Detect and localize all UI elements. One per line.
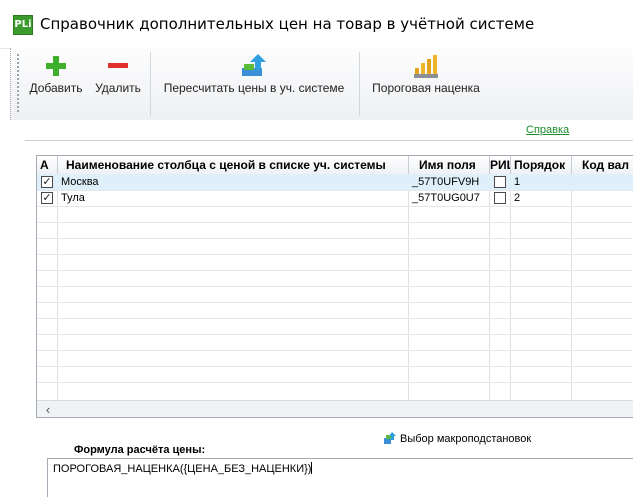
grid-row-line xyxy=(37,238,633,239)
active-checkbox[interactable]: ✓ xyxy=(41,192,53,204)
prices-grid[interactable]: А Наименование столбца с ценой в списке … xyxy=(36,155,633,418)
title-bar: PLi Справочник дополнительных цен на тов… xyxy=(0,0,633,49)
panel-divider xyxy=(25,140,633,141)
window-title: Справочник дополнительных цен на товар в… xyxy=(40,15,535,33)
toolbar: Добавить Удалить Пересчитать цены в уч. … xyxy=(10,48,633,120)
grid-row-line xyxy=(37,286,633,287)
column-header-field[interactable]: Имя поля xyxy=(409,156,490,174)
add-button-label: Добавить xyxy=(29,81,83,95)
row-field[interactable]: _57T0UG0U7 xyxy=(409,190,489,206)
add-button[interactable]: Добавить xyxy=(25,48,87,120)
recalc-arrows-icon xyxy=(242,54,266,76)
formula-text[interactable]: ПОРОГОВАЯ_НАЦЕНКА({ЦЕНА_БЕЗ_НАЦЕНКИ}) xyxy=(53,462,313,475)
row-name[interactable]: Москва xyxy=(58,174,408,190)
grid-row-line xyxy=(37,382,633,383)
row-currency[interactable] xyxy=(572,190,633,206)
column-header-order[interactable]: Порядок xyxy=(511,156,572,174)
grid-row-line xyxy=(37,318,633,319)
delete-button[interactable]: Удалить xyxy=(91,48,145,120)
grid-row-line xyxy=(37,302,633,303)
toolbar-grip[interactable] xyxy=(17,54,21,112)
column-header-ric[interactable]: РИЦ xyxy=(490,156,511,174)
grid-row-line xyxy=(37,206,633,207)
row-currency[interactable] xyxy=(572,174,633,190)
markup-chart-icon xyxy=(414,55,438,78)
row-order[interactable]: 1 xyxy=(511,174,571,190)
app-logo-icon: PLi xyxy=(13,15,33,35)
row-order[interactable]: 2 xyxy=(511,190,571,206)
column-header-active[interactable]: А xyxy=(37,156,58,174)
grid-row-line xyxy=(37,270,633,271)
grid-row-line xyxy=(37,334,633,335)
table-row[interactable]: ✓ Москва _57T0UFV9H 1 xyxy=(37,174,633,190)
macro-substitution-label: Выбор макроподстановок xyxy=(400,433,532,445)
minus-icon xyxy=(108,63,128,68)
text-caret xyxy=(311,462,313,474)
grid-header: А Наименование столбца с ценой в списке … xyxy=(37,156,633,175)
toolbar-separator xyxy=(359,52,360,116)
grid-row-line xyxy=(37,366,633,367)
column-header-currency[interactable]: Код вал xyxy=(572,156,633,174)
plus-icon xyxy=(46,56,66,76)
row-name[interactable]: Тула xyxy=(58,190,408,206)
ric-checkbox[interactable] xyxy=(494,192,506,204)
delete-button-label: Удалить xyxy=(95,81,141,95)
ric-checkbox[interactable] xyxy=(494,176,506,188)
formula-value: ПОРОГОВАЯ_НАЦЕНКА({ЦЕНА_БЕЗ_НАЦЕНКИ}) xyxy=(53,463,312,475)
threshold-markup-label: Пороговая наценка xyxy=(372,81,480,95)
grid-row-line xyxy=(37,254,633,255)
table-row[interactable]: ✓ Тула _57T0UG0U7 2 xyxy=(37,190,633,206)
recalc-prices-button[interactable]: Пересчитать цены в уч. системе xyxy=(154,48,354,120)
scroll-left-icon[interactable]: ‹ xyxy=(41,403,55,417)
macro-substitution-link[interactable]: Выбор макроподстановок xyxy=(383,431,531,445)
toolbar-separator xyxy=(150,52,151,116)
recalc-prices-label: Пересчитать цены в уч. системе xyxy=(163,81,345,95)
macro-icon xyxy=(384,432,396,444)
row-field[interactable]: _57T0UFV9H xyxy=(409,174,489,190)
formula-input[interactable]: ПОРОГОВАЯ_НАЦЕНКА({ЦЕНА_БЕЗ_НАЦЕНКИ}) xyxy=(47,458,633,497)
formula-label: Формула расчёта цены: xyxy=(74,444,206,456)
threshold-markup-button[interactable]: Пороговая наценка xyxy=(363,48,489,120)
help-link[interactable]: Справка xyxy=(526,124,569,136)
active-checkbox[interactable]: ✓ xyxy=(41,176,53,188)
column-header-name[interactable]: Наименование столбца с ценой в списке уч… xyxy=(58,156,409,174)
horizontal-scrollbar[interactable]: ‹ xyxy=(37,400,633,417)
grid-row-line xyxy=(37,222,633,223)
grid-row-line xyxy=(37,350,633,351)
